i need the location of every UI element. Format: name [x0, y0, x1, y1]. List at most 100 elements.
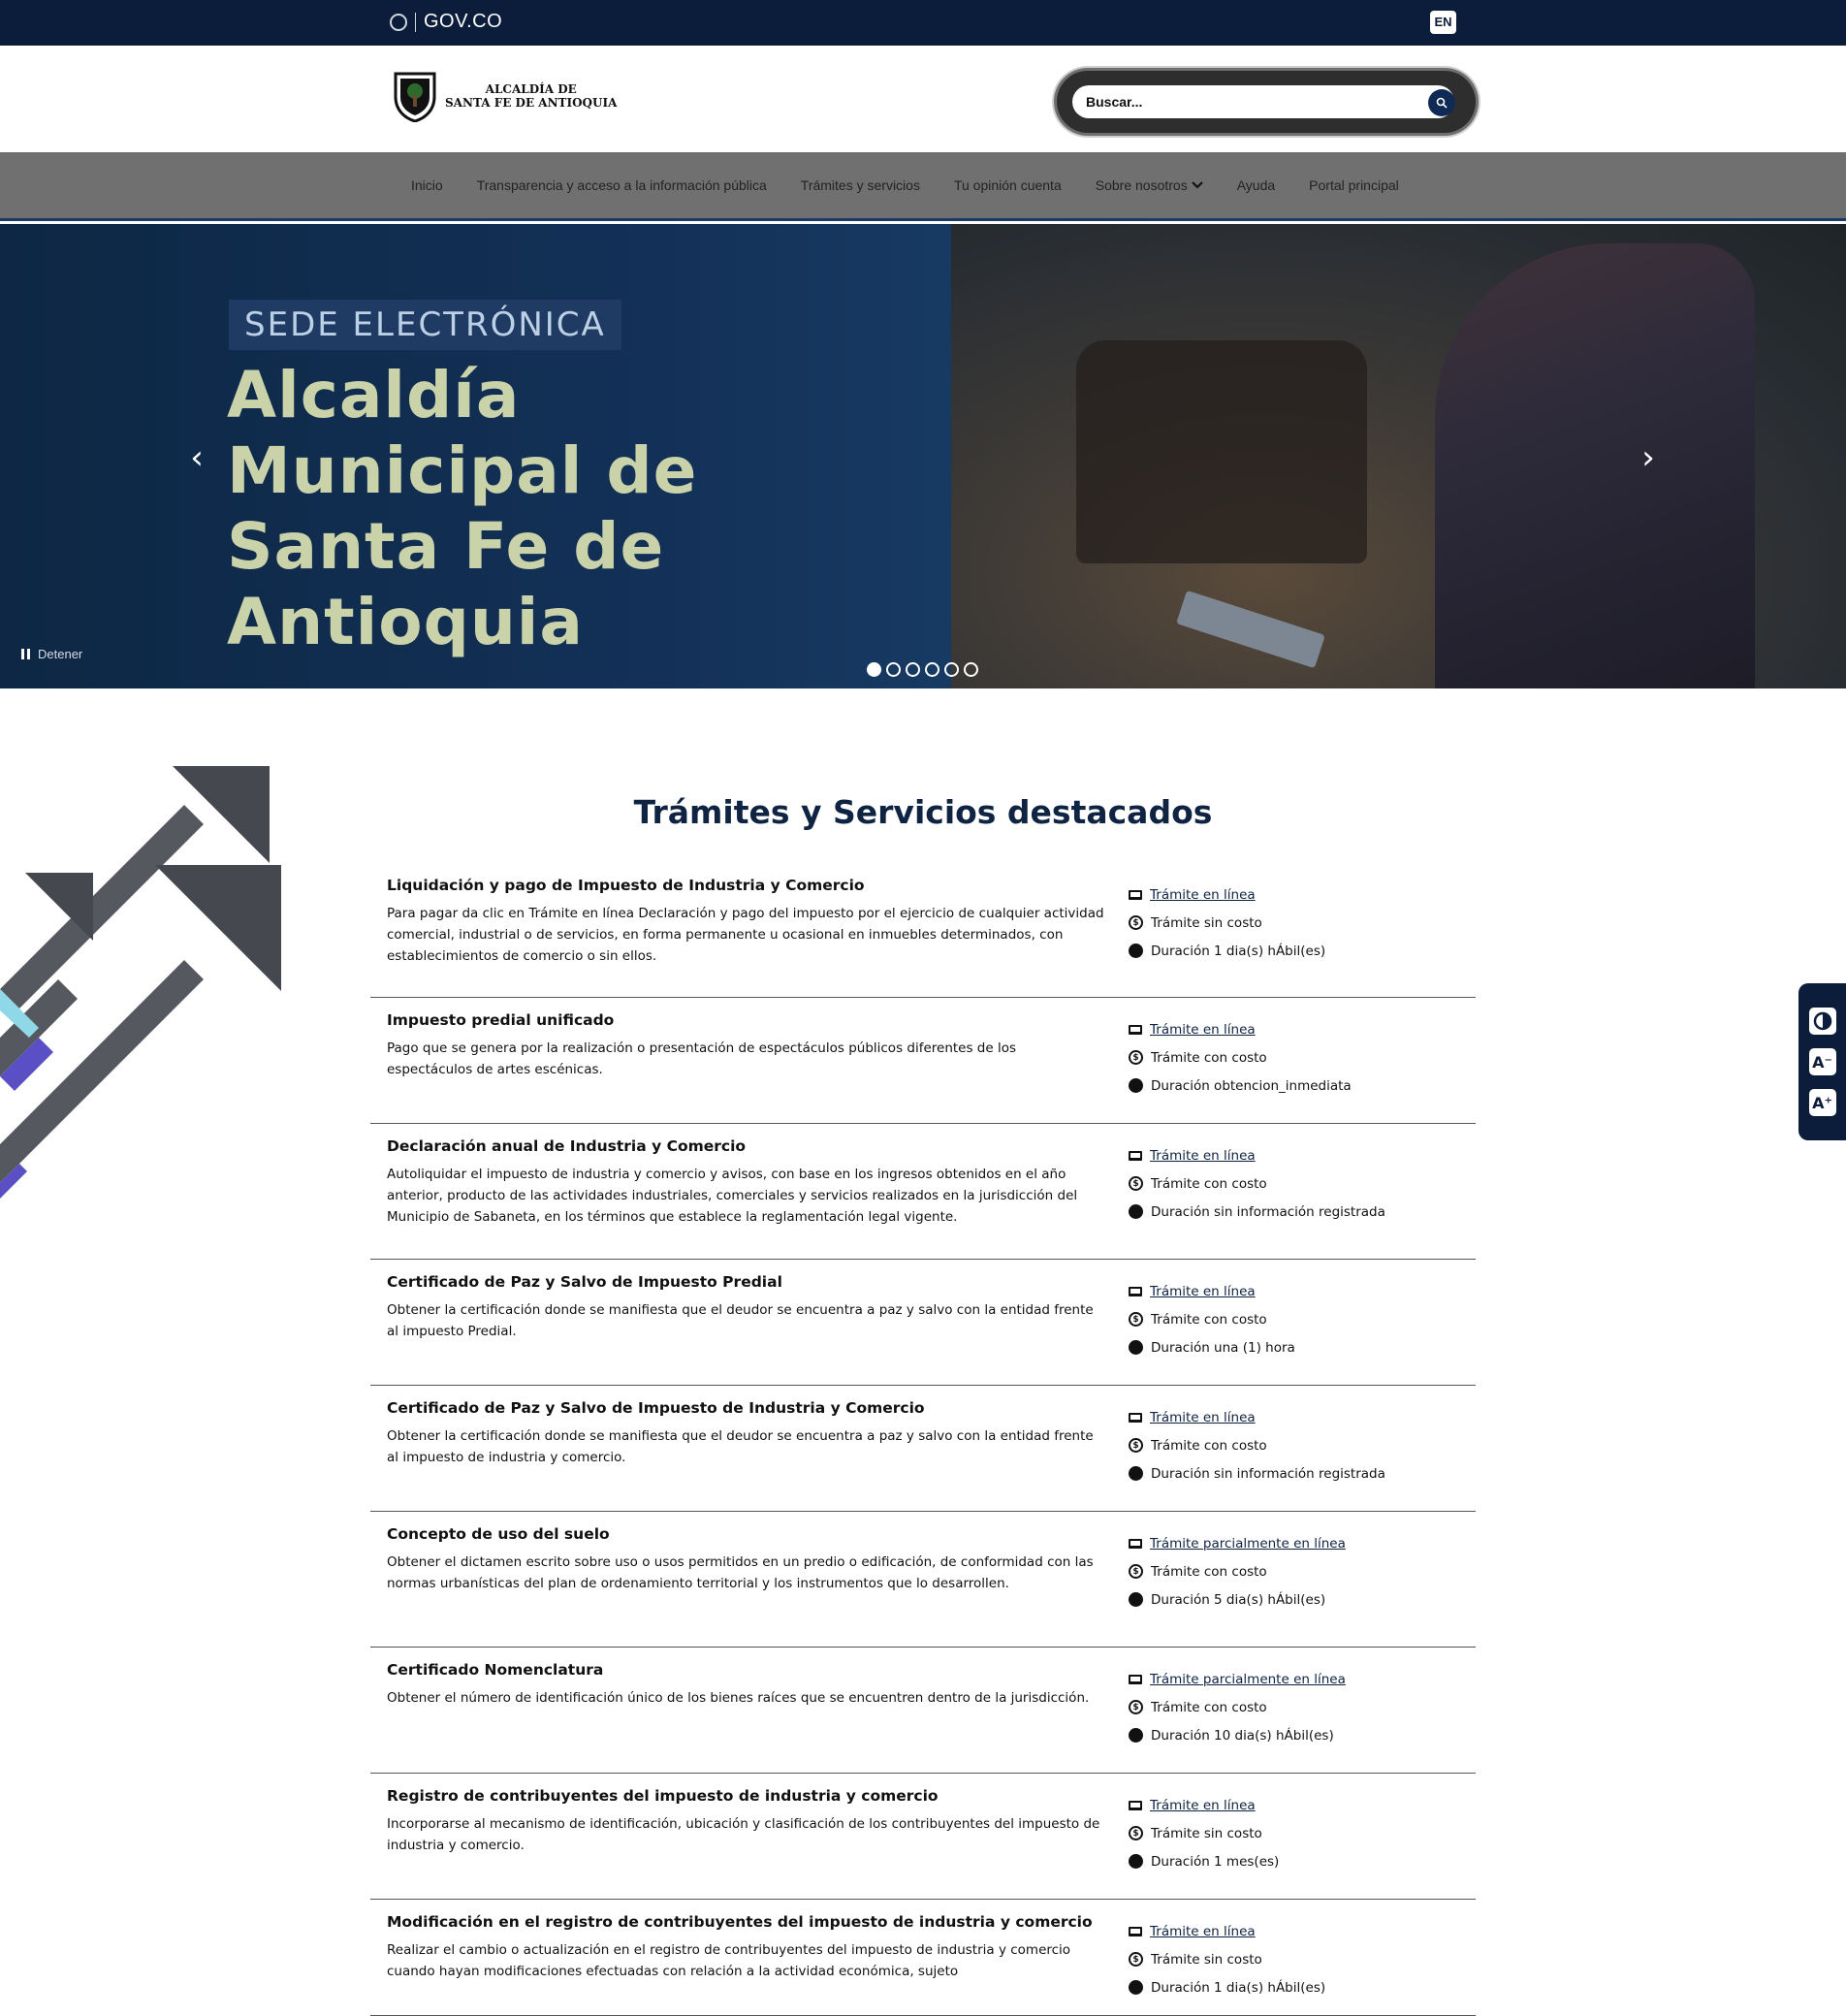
contrast-button[interactable] — [1808, 1008, 1836, 1035]
brand-line-2: SANTA FE DE ANTIOQUIA — [445, 96, 618, 110]
service-item: Certificado de Paz y Salvo de Impuesto P… — [370, 1260, 1476, 1386]
nav-item-inicio[interactable]: Inicio — [411, 177, 443, 193]
service-title[interactable]: Concepto de uso del suelo — [387, 1525, 1104, 1543]
service-duration: Duración obtencion_inmediata — [1151, 1077, 1352, 1094]
service-cost: Trámite sin costo — [1151, 914, 1262, 931]
chevron-down-icon — [1191, 181, 1203, 189]
service-mode-link[interactable]: Trámite en línea — [1150, 1022, 1256, 1038]
service-mode-link[interactable]: Trámite en línea — [1150, 1284, 1256, 1299]
service-title[interactable]: Registro de contribuyentes del impuesto … — [387, 1787, 1104, 1805]
chevron-right-icon: › — [1641, 438, 1655, 477]
govco-seal-icon — [390, 13, 407, 31]
govco-logo[interactable]: GOV.CO — [390, 11, 502, 33]
cost-icon: $ — [1129, 1700, 1143, 1714]
clock-icon — [1129, 1466, 1143, 1481]
contrast-icon — [1813, 1011, 1831, 1031]
carousel-indicators — [867, 662, 978, 677]
laptop-icon — [1129, 1150, 1142, 1161]
clock-icon — [1129, 1340, 1143, 1355]
laptop-icon — [1129, 889, 1142, 900]
cost-icon: $ — [1129, 1312, 1143, 1327]
service-meta: Trámite en línea $ Trámite sin costo Duraci… — [1129, 1791, 1279, 1875]
service-cost: Trámite sin costo — [1151, 1825, 1262, 1841]
service-meta: Trámite en línea $ Trámite con costo Duraci… — [1129, 1015, 1352, 1100]
service-title[interactable]: Impuesto predial unificado — [387, 1011, 1104, 1029]
service-mode-link[interactable]: Trámite parcialmente en línea — [1150, 1672, 1346, 1687]
service-title[interactable]: Liquidación y pago de Impuesto de Indust… — [387, 877, 1104, 894]
clock-icon — [1129, 1980, 1143, 1995]
search-icon — [1436, 97, 1448, 109]
service-cost: Trámite con costo — [1151, 1699, 1267, 1715]
language-button[interactable]: EN — [1430, 11, 1456, 34]
service-meta: Trámite en línea $ Trámite con costo Duraci… — [1129, 1277, 1295, 1361]
nav-item-ayuda[interactable]: Ayuda — [1237, 177, 1275, 193]
carousel-next-button[interactable]: › — [1634, 441, 1663, 474]
font-decrease-icon: A⁻ — [1812, 1052, 1832, 1072]
clock-icon — [1129, 1592, 1143, 1607]
carousel-dot[interactable] — [964, 662, 978, 677]
service-item: Impuesto predial unificado Pago que se ge… — [370, 998, 1476, 1124]
nav-item-portal[interactable]: Portal principal — [1309, 177, 1399, 193]
service-description: Autoliquidar el impuesto de industria y … — [387, 1167, 1078, 1225]
cost-icon: $ — [1129, 915, 1143, 930]
service-mode-link[interactable]: Trámite en línea — [1150, 1410, 1256, 1425]
nav-item-transparencia[interactable]: Transparencia y acceso a la información … — [477, 177, 767, 193]
increase-font-button[interactable]: A⁺ — [1808, 1089, 1836, 1116]
service-duration: Duración sin información registrada — [1151, 1203, 1385, 1220]
laptop-icon — [1129, 1538, 1142, 1549]
carousel-pause-button[interactable]: Detener — [21, 647, 82, 661]
service-title[interactable]: Certificado Nomenclatura — [387, 1661, 1104, 1679]
service-item: Modificación en el registro de contribuy… — [370, 1900, 1476, 2016]
carousel-dot[interactable] — [867, 662, 881, 677]
service-duration: Duración 5 dia(s) hÁbil(es) — [1151, 1591, 1326, 1608]
service-mode-link[interactable]: Trámite en línea — [1150, 1924, 1256, 1939]
service-cost: Trámite con costo — [1151, 1563, 1267, 1580]
service-mode-link[interactable]: Trámite en línea — [1150, 1148, 1256, 1164]
pause-icon — [21, 649, 30, 659]
service-title[interactable]: Modificación en el registro de contribuy… — [387, 1913, 1104, 1931]
laptop-icon — [1129, 1024, 1142, 1035]
carousel-dot[interactable] — [944, 662, 959, 677]
service-duration: Duración 10 dia(s) hÁbil(es) — [1151, 1727, 1334, 1744]
nav-item-tramites[interactable]: Trámites y servicios — [801, 177, 920, 193]
service-meta: Trámite en línea $ Trámite sin costo Duraci… — [1129, 880, 1325, 965]
cost-icon: $ — [1129, 1176, 1143, 1191]
nav-item-sobre-nosotros[interactable]: Sobre nosotros — [1096, 177, 1203, 193]
search-input[interactable] — [1072, 85, 1454, 118]
service-item: Concepto de uso del suelo Obtener el dict… — [370, 1512, 1476, 1648]
search-box — [1057, 71, 1476, 133]
service-mode-link[interactable]: Trámite en línea — [1150, 887, 1256, 903]
coat-of-arms-icon — [394, 72, 436, 122]
service-title[interactable]: Declaración anual de Industria y Comerci… — [387, 1137, 1104, 1155]
decrease-font-button[interactable]: A⁻ — [1808, 1048, 1836, 1075]
service-description: Obtener el dictamen escrito sobre uso o … — [387, 1554, 1094, 1591]
service-description: Obtener la certificación donde se manifi… — [387, 1428, 1094, 1465]
service-meta: Trámite en línea $ Trámite con costo Duraci… — [1129, 1403, 1385, 1488]
hero-tag: SEDE ELECTRÓNICA — [229, 300, 621, 350]
service-mode-link[interactable]: Trámite en línea — [1150, 1798, 1256, 1813]
municipality-logo[interactable]: ALCALDÍA DE SANTA FE DE ANTIOQUIA — [393, 70, 617, 122]
service-item: Liquidación y pago de Impuesto de Indust… — [370, 863, 1476, 998]
carousel-dot[interactable] — [906, 662, 920, 677]
service-cost: Trámite con costo — [1151, 1437, 1267, 1454]
site-header: ALCALDÍA DE SANTA FE DE ANTIOQUIA Inicia… — [0, 46, 1846, 152]
search-button[interactable] — [1428, 89, 1455, 116]
service-cost: Trámite con costo — [1151, 1311, 1267, 1328]
chevron-left-icon: ‹ — [190, 438, 204, 477]
section-title: Trámites y Servicios destacados — [633, 793, 1213, 831]
service-duration: Duración sin información registrada — [1151, 1465, 1385, 1482]
carousel-dot[interactable] — [925, 662, 939, 677]
service-item: Certificado de Paz y Salvo de Impuesto d… — [370, 1386, 1476, 1512]
services-list: Liquidación y pago de Impuesto de Indust… — [370, 863, 1476, 2016]
carousel-prev-button[interactable]: ‹ — [182, 441, 211, 474]
clock-icon — [1129, 1078, 1143, 1093]
service-title[interactable]: Certificado de Paz y Salvo de Impuesto d… — [387, 1399, 1104, 1417]
carousel-dot[interactable] — [886, 662, 901, 677]
service-title[interactable]: Certificado de Paz y Salvo de Impuesto P… — [387, 1273, 1104, 1291]
brand-line-1: ALCALDÍA DE — [485, 82, 577, 96]
service-cost: Trámite sin costo — [1151, 1951, 1262, 1968]
service-mode-link[interactable]: Trámite parcialmente en línea — [1150, 1536, 1346, 1552]
nav-item-opinion[interactable]: Tu opinión cuenta — [954, 177, 1062, 193]
laptop-icon — [1129, 1286, 1142, 1296]
cost-icon: $ — [1129, 1952, 1143, 1967]
